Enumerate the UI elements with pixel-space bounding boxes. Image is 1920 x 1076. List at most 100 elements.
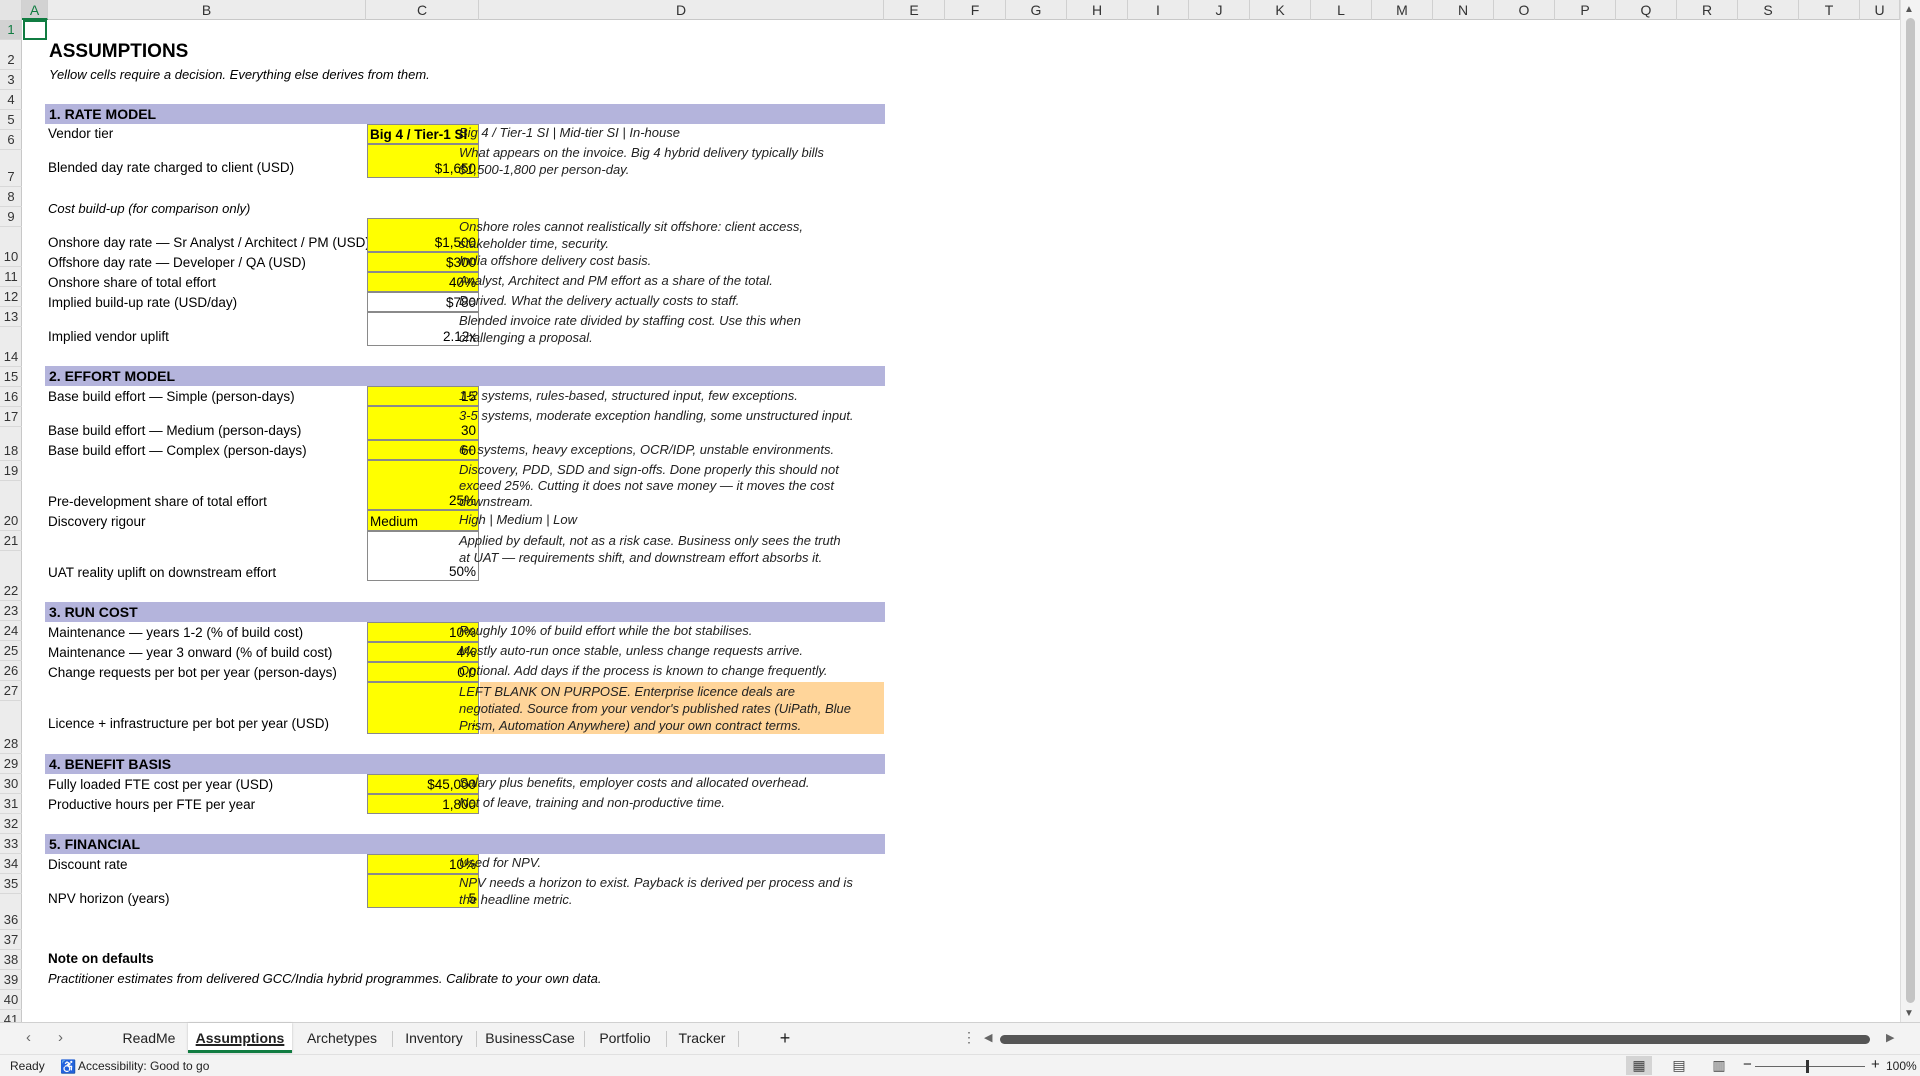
tab-inventory[interactable]: Inventory (396, 1023, 472, 1053)
add-sheet-button[interactable]: + (770, 1023, 800, 1053)
row-header[interactable]: 28 (0, 701, 22, 754)
note-licence-2: negotiated. Source from your vendor's pu… (459, 701, 851, 716)
row-header[interactable]: 2 (0, 40, 22, 70)
row-header[interactable]: 29 (0, 754, 22, 774)
row-header[interactable]: 35 (0, 874, 22, 894)
scroll-down-icon[interactable]: ▼ (1904, 1008, 1914, 1019)
row-header[interactable]: 37 (0, 930, 22, 950)
active-cell-a1[interactable] (23, 20, 47, 40)
column-header-i[interactable]: I (1128, 0, 1189, 20)
row-header[interactable]: 40 (0, 990, 22, 1010)
row-header[interactable]: 25 (0, 641, 22, 661)
row-header[interactable]: 17 (0, 407, 22, 427)
zoom-in-icon[interactable]: + (1871, 1056, 1880, 1073)
row-header[interactable]: 1 (0, 20, 22, 40)
label-uat-uplift: UAT reality uplift on downstream effort (48, 565, 277, 580)
row-header[interactable]: 20 (0, 481, 22, 531)
row-header[interactable]: 16 (0, 387, 22, 407)
column-header-q[interactable]: Q (1616, 0, 1677, 20)
row-header[interactable]: 26 (0, 661, 22, 681)
row-header[interactable]: 18 (0, 427, 22, 461)
column-header-m[interactable]: M (1372, 0, 1433, 20)
more-options-icon[interactable]: ⋮ (962, 1029, 976, 1046)
note-predev-2: exceed 25%. Cutting it does not save mon… (459, 478, 835, 493)
column-header-b[interactable]: B (48, 0, 366, 20)
row-header[interactable]: 21 (0, 531, 22, 551)
zoom-out-icon[interactable]: − (1743, 1056, 1752, 1073)
row-header[interactable]: 38 (0, 950, 22, 970)
zoom-slider[interactable] (1755, 1066, 1865, 1067)
column-header-s[interactable]: S (1738, 0, 1799, 20)
row-header[interactable]: 33 (0, 834, 22, 854)
column-header-n[interactable]: N (1433, 0, 1494, 20)
column-header-j[interactable]: J (1189, 0, 1250, 20)
column-header-h[interactable]: H (1067, 0, 1128, 20)
row-header[interactable]: 11 (0, 267, 22, 287)
vertical-scrollbar[interactable]: ▲ ▼ (1900, 0, 1920, 1022)
label-vendor-uplift: Implied vendor uplift (48, 329, 169, 344)
next-sheet-icon[interactable]: › (58, 1029, 63, 1046)
row-header[interactable]: 30 (0, 774, 22, 794)
tab-portfolio[interactable]: Portfolio (588, 1023, 662, 1053)
row-header[interactable]: 24 (0, 621, 22, 641)
note-change-requests: Optional. Add days if the process is kno… (459, 663, 828, 678)
row-header[interactable]: 9 (0, 207, 22, 227)
row-header[interactable]: 31 (0, 794, 22, 814)
row-header[interactable]: 27 (0, 681, 22, 701)
column-header-f[interactable]: F (945, 0, 1006, 20)
row-header[interactable]: 3 (0, 70, 22, 90)
row-header[interactable]: 14 (0, 327, 22, 367)
accessibility-status[interactable]: Accessibility: Good to go (78, 1059, 209, 1073)
scroll-left-icon[interactable]: ◀ (984, 1031, 992, 1044)
note-maint-3: Mostly auto-run once stable, unless chan… (459, 643, 803, 658)
label-discount-rate: Discount rate (48, 857, 128, 872)
row-header[interactable]: 13 (0, 307, 22, 327)
label-fte-cost: Fully loaded FTE cost per year (USD) (48, 777, 274, 792)
column-header-e[interactable]: E (884, 0, 945, 20)
page-layout-view-icon[interactable]: ▤ (1666, 1056, 1692, 1075)
tab-readme[interactable]: ReadMe (112, 1023, 186, 1053)
tab-separator (584, 1031, 585, 1047)
row-header[interactable]: 8 (0, 187, 22, 207)
zoom-slider-handle[interactable] (1806, 1060, 1809, 1073)
horizontal-scrollbar[interactable] (1000, 1034, 1890, 1044)
row-header[interactable]: 39 (0, 970, 22, 990)
column-header-t[interactable]: T (1799, 0, 1860, 20)
row-header[interactable]: 10 (0, 227, 22, 267)
accessibility-icon[interactable]: ♿ (60, 1059, 76, 1075)
column-header-d[interactable]: D (479, 0, 884, 20)
column-header-c[interactable]: C (366, 0, 479, 20)
column-header-u[interactable]: U (1860, 0, 1900, 20)
row-header[interactable]: 12 (0, 287, 22, 307)
tab-businesscase[interactable]: BusinessCase (480, 1023, 580, 1053)
select-all-corner[interactable] (0, 0, 22, 20)
row-header[interactable]: 7 (0, 150, 22, 187)
column-header-g[interactable]: G (1006, 0, 1067, 20)
row-header[interactable]: 23 (0, 601, 22, 621)
prev-sheet-icon[interactable]: ‹ (26, 1029, 31, 1046)
column-header-l[interactable]: L (1311, 0, 1372, 20)
column-header-o[interactable]: O (1494, 0, 1555, 20)
row-header[interactable]: 15 (0, 367, 22, 387)
column-header-k[interactable]: K (1250, 0, 1311, 20)
row-header[interactable]: 34 (0, 854, 22, 874)
column-header-a[interactable]: A (22, 0, 48, 20)
normal-view-icon[interactable]: ▦ (1626, 1056, 1652, 1075)
tab-tracker[interactable]: Tracker (670, 1023, 734, 1053)
tab-assumptions[interactable]: Assumptions (188, 1023, 292, 1053)
tab-archetypes[interactable]: Archetypes (296, 1023, 388, 1053)
row-header[interactable]: 32 (0, 814, 22, 834)
row-header[interactable]: 6 (0, 130, 22, 150)
row-header[interactable]: 36 (0, 894, 22, 930)
scroll-up-icon[interactable]: ▲ (1904, 4, 1914, 15)
column-header-r[interactable]: R (1677, 0, 1738, 20)
horizontal-scroll-thumb[interactable] (1000, 1035, 1870, 1044)
row-header[interactable]: 5 (0, 110, 22, 130)
page-break-view-icon[interactable]: ▥ (1706, 1056, 1732, 1075)
column-header-p[interactable]: P (1555, 0, 1616, 20)
row-header[interactable]: 22 (0, 551, 22, 601)
vertical-scroll-thumb[interactable] (1906, 18, 1915, 1003)
zoom-level[interactable]: 100% (1886, 1059, 1917, 1073)
row-header[interactable]: 4 (0, 90, 22, 110)
row-header[interactable]: 19 (0, 461, 22, 481)
